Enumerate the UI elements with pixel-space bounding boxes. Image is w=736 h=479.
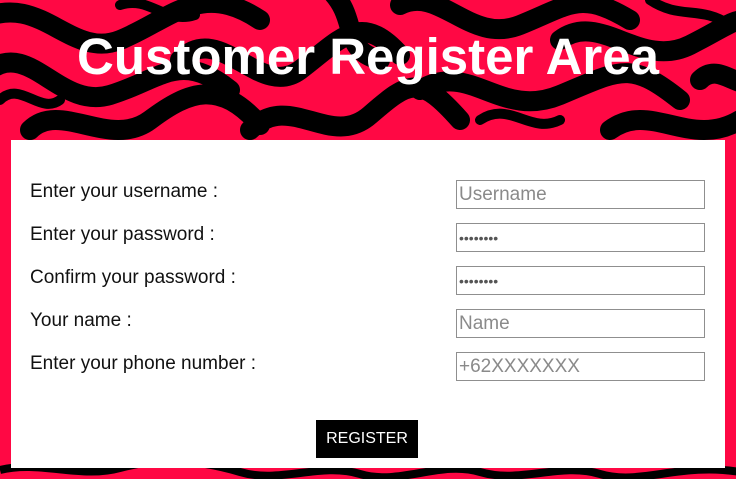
name-row: Your name : (11, 309, 725, 339)
username-input[interactable] (456, 180, 705, 209)
phone-label: Enter your phone number : (30, 353, 257, 374)
username-row: Enter your username : (11, 180, 725, 210)
password-row: Enter your password : (11, 223, 725, 253)
username-label: Enter your username : (30, 181, 218, 202)
password-input[interactable] (456, 223, 705, 252)
phone-row: Enter your phone number : (11, 352, 725, 382)
name-input[interactable] (456, 309, 705, 338)
password-label: Enter your password : (30, 224, 215, 245)
phone-input[interactable] (456, 352, 705, 381)
confirm-password-row: Confirm your password : (11, 266, 725, 296)
name-label: Your name : (30, 310, 132, 331)
register-form-panel: Enter your username : Enter your passwor… (11, 140, 725, 468)
page-title: Customer Register Area (77, 28, 659, 85)
register-button[interactable]: REGISTER (316, 420, 418, 458)
confirm-password-label: Confirm your password : (30, 267, 236, 288)
confirm-password-input[interactable] (456, 266, 705, 295)
